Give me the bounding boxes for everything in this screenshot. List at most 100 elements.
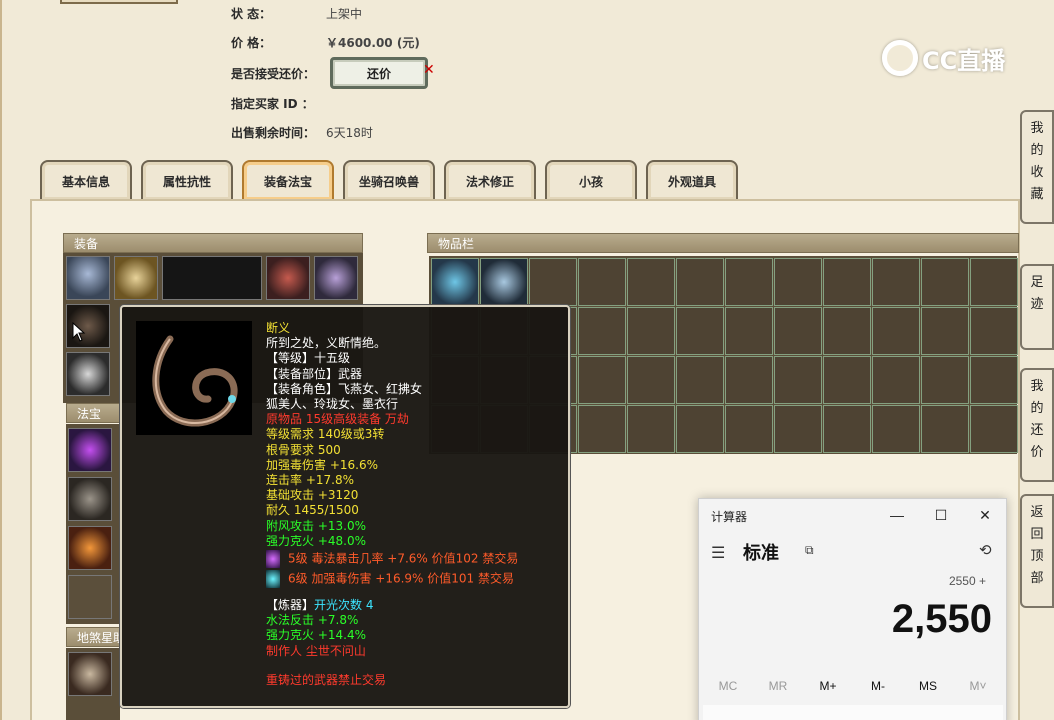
inventory-slot[interactable]: [725, 405, 773, 453]
tab-basic-info[interactable]: 基本信息: [40, 160, 132, 200]
calculator-title: 计算器: [711, 510, 748, 524]
tab-mounts-summons[interactable]: 坐骑召唤兽: [343, 160, 435, 200]
tab-children[interactable]: 小孩: [545, 160, 637, 200]
memory-list-button[interactable]: M˅: [953, 679, 1003, 699]
time-value: 6天18时: [326, 125, 373, 140]
gem-2-text: 6级 加强毒伤害 +16.9% 价值101 禁交易: [288, 571, 514, 586]
weapon-image: [136, 321, 252, 435]
inventory-slot[interactable]: [970, 405, 1018, 453]
inventory-slot[interactable]: [921, 307, 969, 355]
inventory-slot[interactable]: [872, 307, 920, 355]
history-icon[interactable]: ⟲: [979, 541, 992, 559]
inventory-slot[interactable]: [676, 405, 724, 453]
hamburger-menu-icon[interactable]: ☰: [711, 543, 725, 563]
tab-equipment[interactable]: 装备法宝: [242, 160, 334, 200]
my-counter-offers-button[interactable]: 我的还价: [1020, 368, 1054, 482]
item-slot: 【装备部位】武器: [266, 366, 363, 381]
maximize-button[interactable]: ☐: [921, 503, 961, 527]
treasure-slot-3[interactable]: [68, 526, 112, 570]
watermark-text: CC直播: [922, 46, 1006, 75]
inventory-slot[interactable]: [578, 258, 626, 306]
inventory-slot[interactable]: [774, 258, 822, 306]
inventory-slot[interactable]: [627, 405, 675, 453]
inventory-slot[interactable]: [823, 356, 871, 404]
inventory-slot-1[interactable]: [431, 258, 479, 306]
equip-slot-1[interactable]: [66, 256, 110, 300]
minimize-icon: —: [890, 507, 904, 523]
inventory-slot[interactable]: [774, 405, 822, 453]
counter-offer-row: 是否接受还价：: [231, 63, 326, 83]
refine-value: 开光次数 4: [314, 598, 374, 613]
close-icon: ✕: [423, 62, 435, 78]
footprints-button[interactable]: 足迹: [1020, 264, 1054, 350]
inventory-slot[interactable]: [970, 307, 1018, 355]
inventory-slot[interactable]: [823, 258, 871, 306]
inventory-slot[interactable]: [970, 356, 1018, 404]
tab-attributes[interactable]: 属性抗性: [141, 160, 233, 200]
cc-logo-icon: [882, 40, 918, 76]
equip-slot-2[interactable]: [114, 256, 158, 300]
mc-button[interactable]: MC: [703, 679, 753, 699]
inventory-slot[interactable]: [627, 258, 675, 306]
inventory-slot[interactable]: [921, 405, 969, 453]
m-plus-button[interactable]: M+: [803, 679, 853, 699]
inventory-slot[interactable]: [823, 405, 871, 453]
item-roles-2: 狐美人、玲珑女、墨衣行: [266, 397, 399, 412]
inventory-slot[interactable]: [921, 356, 969, 404]
inventory-slot[interactable]: [578, 356, 626, 404]
counter-offer-button[interactable]: 还价: [330, 57, 428, 89]
footprints-label: 足迹: [1030, 275, 1044, 312]
treasure-slot-4[interactable]: [68, 575, 112, 619]
inventory-slot[interactable]: [627, 356, 675, 404]
keep-on-top-icon[interactable]: ⧉: [805, 543, 814, 558]
mr-button[interactable]: MR: [753, 679, 803, 699]
inventory-slot[interactable]: [627, 307, 675, 355]
inventory-slot[interactable]: [676, 307, 724, 355]
mouse-cursor-icon: [72, 322, 86, 342]
inventory-slot[interactable]: [774, 307, 822, 355]
inventory-slot[interactable]: [676, 356, 724, 404]
m-minus-button[interactable]: M-: [853, 679, 903, 699]
minimize-button[interactable]: —: [877, 503, 917, 527]
item-name: 断义: [266, 321, 291, 335]
inventory-slot[interactable]: [921, 258, 969, 306]
equip-slot-3[interactable]: [266, 256, 310, 300]
treasure-slot-1[interactable]: [68, 428, 112, 472]
inventory-slot[interactable]: [823, 307, 871, 355]
close-button[interactable]: ✕: [965, 503, 1005, 527]
item-level: 【等级】十五级: [266, 351, 351, 366]
back-to-top-button[interactable]: 返回顶部: [1020, 494, 1054, 608]
earth-star-panel-title: 地煞星助: [66, 627, 120, 647]
item-stat-fire: 强力克火 +48.0%: [266, 533, 366, 548]
earth-star-slot-1[interactable]: [68, 652, 112, 696]
inventory-slot[interactable]: [872, 356, 920, 404]
inventory-slot[interactable]: [774, 356, 822, 404]
inventory-slot[interactable]: [578, 307, 626, 355]
inventory-slot[interactable]: [578, 405, 626, 453]
treasure-slot-2[interactable]: [68, 477, 112, 521]
status-value: 上架中: [326, 6, 363, 21]
gem-row-1: 5级 毒法暴击几率 +7.6% 价值102 禁交易: [266, 550, 566, 569]
my-favorites-button[interactable]: 我的收藏: [1020, 110, 1054, 224]
inventory-slot[interactable]: [529, 258, 577, 306]
inventory-slot[interactable]: [676, 258, 724, 306]
weapon-ring-icon: [136, 321, 252, 435]
inventory-slot-2[interactable]: [480, 258, 528, 306]
ms-button[interactable]: MS: [903, 679, 953, 699]
inventory-slot[interactable]: [872, 405, 920, 453]
item-maker: 制作人 尘世不问山: [266, 643, 366, 658]
inventory-slot[interactable]: [725, 307, 773, 355]
refine-row: 【炼器】开光次数 4: [266, 598, 566, 613]
item-description: 所到之处，义断情绝。: [266, 336, 387, 351]
tab-appearance[interactable]: 外观道具: [646, 160, 738, 200]
inventory-slot[interactable]: [725, 258, 773, 306]
refine-label: 【炼器】: [266, 598, 315, 613]
tab-spell-modifiers[interactable]: 法术修正: [444, 160, 536, 200]
item-stat-combo: 连击率 +17.8%: [266, 473, 354, 488]
equip-slot-5[interactable]: [66, 352, 110, 396]
inventory-slot[interactable]: [872, 258, 920, 306]
inventory-slot[interactable]: [725, 356, 773, 404]
inventory-slot[interactable]: [970, 258, 1018, 306]
top-thumbnail-frame: [60, 0, 178, 4]
equip-slot-4[interactable]: [314, 256, 358, 300]
